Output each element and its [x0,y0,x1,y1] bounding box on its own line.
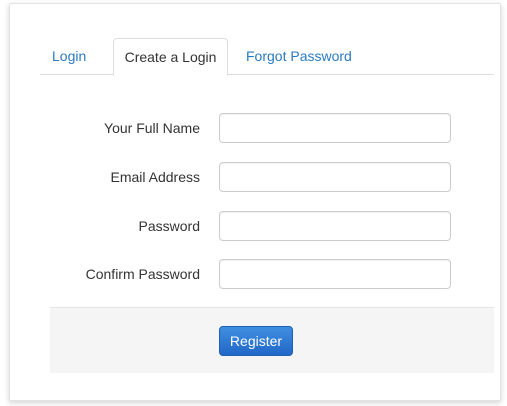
password-input[interactable] [219,211,451,241]
full-name-input[interactable] [219,113,451,143]
tab-create-login[interactable]: Create a Login [113,38,228,76]
confirm-password-label: Confirm Password [85,266,200,282]
form-footer: Register [50,307,494,373]
email-input[interactable] [219,162,451,192]
password-label: Password [138,218,200,234]
email-row: Email Address [50,162,451,192]
tab-login[interactable]: Login [52,38,86,75]
register-button[interactable]: Register [219,326,293,356]
full-name-label: Your Full Name [104,120,200,136]
tab-bar: Login Create a Login Forgot Password [40,38,494,76]
tab-forgot-password[interactable]: Forgot Password [246,38,352,75]
registration-panel: Login Create a Login Forgot Password You… [9,3,501,401]
confirm-password-row: Confirm Password [50,259,451,289]
password-row: Password [50,211,451,241]
confirm-password-input[interactable] [219,259,451,289]
email-label: Email Address [110,169,200,185]
full-name-row: Your Full Name [50,113,451,143]
